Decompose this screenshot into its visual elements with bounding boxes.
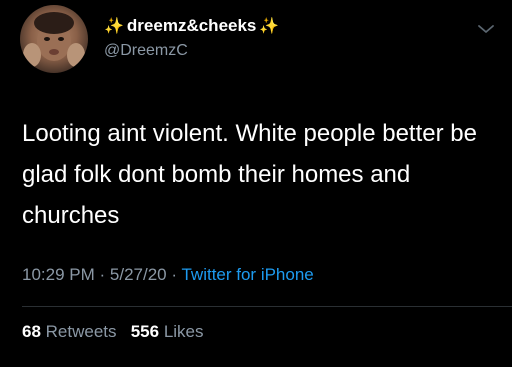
tweet-metadata: 10:29 PM · 5/27/20 · Twitter for iPhone bbox=[22, 265, 314, 285]
retweets-count: 68 bbox=[22, 322, 41, 341]
retweets-label: Retweets bbox=[45, 322, 117, 341]
tweet-time[interactable]: 10:29 PM bbox=[22, 265, 95, 284]
tweet-source-link[interactable]: Twitter for iPhone bbox=[181, 265, 313, 284]
display-name[interactable]: ✨ dreemz&cheeks ✨ bbox=[104, 16, 279, 36]
likes-label: Likes bbox=[163, 322, 204, 341]
avatar[interactable] bbox=[20, 5, 88, 73]
display-name-text[interactable]: dreemz&cheeks bbox=[127, 16, 256, 36]
meta-separator: · bbox=[99, 265, 106, 284]
profile-photo-icon bbox=[23, 12, 85, 67]
sparkles-icon: ✨ bbox=[259, 18, 280, 35]
divider bbox=[22, 306, 512, 307]
engagement-stats: 68 Retweets 556 Likes bbox=[22, 322, 204, 342]
user-handle[interactable]: @DreemzC bbox=[104, 42, 188, 60]
meta-separator: · bbox=[171, 265, 178, 284]
tweet-date[interactable]: 5/27/20 bbox=[110, 265, 167, 284]
likes-stat[interactable]: 556 Likes bbox=[131, 322, 204, 341]
tweet-text: Looting aint violent. White people bette… bbox=[22, 120, 477, 229]
retweets-stat[interactable]: 68 Retweets bbox=[22, 322, 117, 341]
sparkles-icon: ✨ bbox=[104, 18, 124, 35]
tweet-card: ✨ dreemz&cheeks ✨ @DreemzC Looting aint … bbox=[0, 0, 512, 367]
chevron-down-icon[interactable] bbox=[476, 22, 496, 36]
likes-count: 556 bbox=[130, 322, 160, 341]
